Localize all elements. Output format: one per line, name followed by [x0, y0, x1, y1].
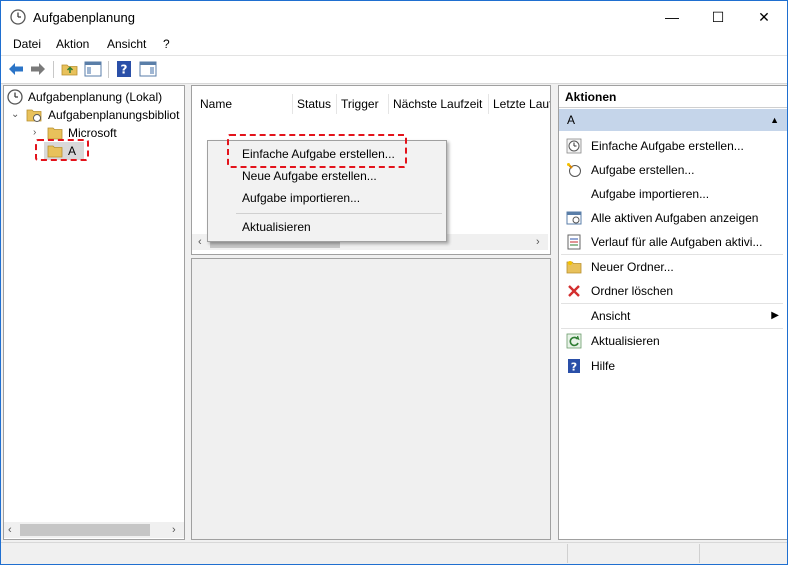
toolbar: ?	[1, 55, 787, 84]
help-icon: ?	[568, 359, 580, 374]
action-label: Einfache Aufgabe erstellen...	[591, 139, 744, 153]
tree-root-label: Aufgabenplanung (Lokal)	[28, 90, 163, 104]
running-tasks-icon	[566, 211, 582, 225]
scroll-left-icon[interactable]: ‹	[198, 236, 202, 248]
menu-aktion[interactable]: Aktion	[56, 37, 89, 51]
submenu-arrow-icon: ▶	[771, 310, 779, 321]
toolbar-separator	[53, 61, 54, 78]
actions-separator	[561, 303, 783, 304]
menu-datei[interactable]: Datei	[13, 37, 41, 51]
action-view[interactable]: Ansicht ▶	[559, 305, 787, 327]
action-label: Neuer Ordner...	[591, 260, 674, 274]
action-label: Alle aktiven Aufgaben anzeigen	[591, 211, 759, 225]
action-import-task[interactable]: Aufgabe importieren...	[559, 183, 787, 205]
context-menu-separator	[236, 213, 442, 214]
create-task-icon	[567, 163, 581, 177]
menu-ansicht[interactable]: Ansicht	[107, 37, 146, 51]
status-cell	[699, 544, 700, 563]
chevron-down-icon[interactable]: ⌄	[11, 106, 19, 124]
menu-help[interactable]: ?	[163, 37, 170, 51]
task-details-pane	[191, 258, 551, 540]
library-folder-icon	[26, 109, 42, 122]
status-cell	[567, 544, 568, 563]
action-label: Ordner löschen	[591, 284, 674, 298]
highlight-create-basic-task	[227, 134, 407, 168]
action-create-basic-task[interactable]: Einfache Aufgabe erstellen...	[559, 135, 787, 157]
column-header-status[interactable]: Status	[292, 94, 336, 114]
history-icon	[567, 234, 581, 250]
clock-icon	[7, 89, 23, 105]
actions-section-label: A	[567, 113, 576, 127]
tree-item-library[interactable]: ⌄ Aufgabenplanungsbibliot	[7, 106, 184, 124]
help-icon[interactable]: ?	[115, 60, 133, 78]
context-menu-refresh[interactable]: Aktualisieren	[242, 217, 311, 237]
svg-text:?: ?	[571, 361, 577, 374]
window-title: Aufgabenplanung	[33, 10, 135, 25]
actions-title: Aktionen	[559, 86, 787, 108]
action-label: Aufgabe importieren...	[591, 187, 710, 201]
status-bar	[1, 542, 787, 564]
column-header-last-run[interactable]: Letzte Lauf	[488, 94, 550, 114]
maximize-button[interactable]: ☐	[695, 1, 741, 33]
show-hide-action-pane-icon[interactable]	[139, 60, 157, 78]
app-window: Aufgabenplanung — ☐ ✕ Datei Aktion Ansic…	[0, 0, 788, 565]
action-show-running-tasks[interactable]: Alle aktiven Aufgaben anzeigen	[559, 207, 787, 229]
menu-bar: Datei Aktion Ansicht ?	[1, 33, 787, 55]
close-button[interactable]: ✕	[741, 1, 787, 33]
new-folder-icon	[566, 261, 582, 274]
actions-separator	[561, 254, 783, 255]
action-label: Aufgabe erstellen...	[591, 163, 695, 177]
context-menu-create-task[interactable]: Neue Aufgabe erstellen...	[242, 166, 377, 186]
svg-text:?: ?	[121, 63, 128, 77]
actions-pane: Aktionen A ▲ Einfache Aufgabe erstellen.…	[558, 85, 787, 540]
highlight-folder-a	[35, 139, 89, 161]
action-create-task[interactable]: Aufgabe erstellen...	[559, 159, 787, 181]
tree-library-label: Aufgabenplanungsbibliot	[48, 108, 180, 122]
context-menu-import-task[interactable]: Aufgabe importieren...	[242, 188, 360, 208]
scrollbar-thumb[interactable]	[20, 524, 150, 536]
clock-icon	[10, 9, 26, 25]
action-label: Aktualisieren	[591, 334, 660, 348]
action-new-folder[interactable]: Neuer Ordner...	[559, 256, 787, 278]
back-arrow-icon[interactable]	[7, 60, 25, 78]
toolbar-separator	[108, 61, 109, 78]
forward-arrow-icon[interactable]	[29, 60, 47, 78]
delete-x-icon	[568, 285, 580, 297]
action-label: Hilfe	[591, 359, 616, 373]
title-bar: Aufgabenplanung — ☐ ✕	[1, 1, 787, 33]
scroll-left-icon[interactable]: ‹	[8, 524, 12, 536]
column-header-trigger[interactable]: Trigger	[336, 94, 388, 114]
tree-horizontal-scrollbar[interactable]: ‹ ›	[4, 522, 184, 538]
action-refresh[interactable]: Aktualisieren	[559, 330, 787, 352]
minimize-button[interactable]: —	[649, 1, 695, 33]
console-tree: Aufgabenplanung (Lokal) ⌄ Aufgabenplanun…	[3, 85, 185, 540]
actions-separator	[561, 328, 783, 329]
action-delete-folder[interactable]: Ordner löschen	[559, 280, 787, 302]
up-folder-icon[interactable]	[61, 60, 79, 78]
refresh-icon	[566, 333, 582, 349]
scroll-right-icon[interactable]: ›	[172, 524, 176, 536]
action-help[interactable]: ? Hilfe	[559, 355, 787, 377]
scroll-right-icon[interactable]: ›	[536, 236, 540, 248]
collapse-up-icon[interactable]: ▲	[770, 109, 779, 131]
column-header-next-run[interactable]: Nächste Laufzeit	[388, 94, 488, 114]
action-label: Verlauf für alle Aufgaben aktivi...	[591, 235, 763, 249]
wizard-clock-icon	[566, 138, 582, 154]
actions-section-header[interactable]: A ▲	[559, 109, 787, 131]
action-label: Ansicht	[591, 309, 631, 323]
action-enable-history[interactable]: Verlauf für alle Aufgaben aktivi...	[559, 231, 787, 253]
show-hide-console-tree-icon[interactable]	[84, 60, 102, 78]
column-header-name[interactable]: Name	[196, 94, 292, 114]
